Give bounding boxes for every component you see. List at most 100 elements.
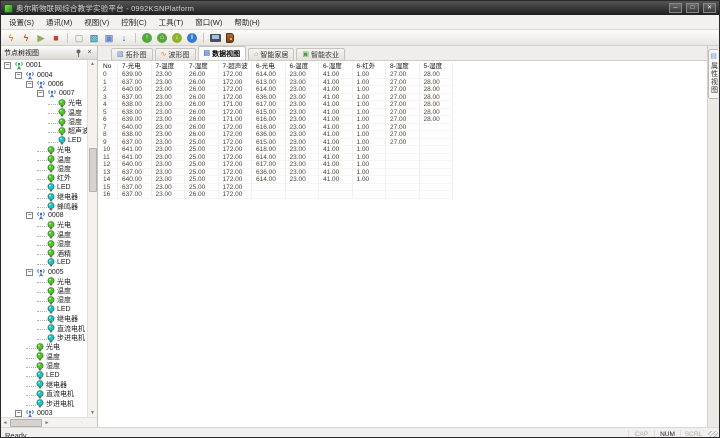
tab-smart-home[interactable]: ⌂智能家居 [248, 48, 294, 60]
home-icon[interactable]: ⌂ [156, 32, 168, 44]
tree-item-temperature-sensor[interactable]: 温度 [1, 155, 87, 164]
tree-item-photoelectric-sensor[interactable]: 光电 [1, 277, 87, 286]
tab-data-view[interactable]: ▤数据视图 [198, 46, 247, 60]
scroll-thumb-horizontal[interactable] [10, 419, 42, 427]
tree-item-relay-actuator[interactable]: 继电器 [1, 315, 87, 324]
table-row[interactable]: 2640.0023.0026.00172.00614.0023.0041.001… [100, 86, 707, 94]
tree-item-temperature-sensor[interactable]: 温度 [1, 108, 87, 117]
tree-item-relay-actuator[interactable]: 继电器 [1, 192, 87, 201]
column-header-5[interactable]: 6-光电 [252, 62, 286, 71]
maximize-button[interactable]: □ [686, 3, 699, 13]
column-header-3[interactable]: 7-湿度 [185, 62, 219, 71]
table-row[interactable]: 3637.0023.0026.00172.00636.0023.0041.001… [100, 94, 707, 102]
tree-vertical-scrollbar[interactable]: ▲ ▼ [87, 60, 97, 417]
menu-item-tools[interactable]: 工具(T) [153, 15, 190, 29]
chart-icon[interactable]: ▧ [88, 32, 100, 44]
window-icon[interactable]: ▣ [103, 32, 115, 44]
table-row[interactable]: 14640.0023.0025.00172.00614.0023.0041.00… [100, 176, 707, 184]
tree-item-dc-motor-actuator[interactable]: 直流电机 [1, 390, 87, 399]
tree-item-photoelectric-sensor[interactable]: 光电 [1, 99, 87, 108]
resize-grip[interactable] [708, 431, 718, 438]
table-row[interactable]: 8638.0023.0026.00172.00636.0023.0041.001… [100, 131, 707, 139]
tree-item-stepper-motor-actuator[interactable]: 步进电机 [1, 333, 87, 342]
column-header-1[interactable]: 7-光电 [118, 62, 152, 71]
menu-item-settings[interactable]: 设置(S) [3, 15, 40, 29]
tree-item-ultrasonic-sensor[interactable]: 超声波 [1, 127, 87, 136]
expand-collapse-icon[interactable]: − [15, 72, 22, 79]
tree-item-temperature-sensor[interactable]: 温度 [1, 286, 87, 295]
menu-item-window[interactable]: 窗口(W) [189, 15, 228, 29]
tree-item-relay-actuator[interactable]: 继电器 [1, 380, 87, 389]
column-header-0[interactable]: No [100, 62, 118, 71]
connect-icon[interactable]: ϟ [5, 32, 17, 44]
tab-smart-agriculture[interactable]: ▣智能农业 [296, 48, 345, 60]
table-row[interactable]: 9637.0023.0025.00172.00615.0023.0041.001… [100, 139, 707, 147]
property-view-tab[interactable]: ▤ 属性视图 [708, 49, 718, 99]
table-row[interactable]: 16637.0023.0026.00172.00 [100, 191, 707, 199]
table-row[interactable]: 6639.0023.0026.00171.00616.0023.0041.001… [100, 116, 707, 124]
table-row[interactable]: 5638.0023.0026.00172.00615.0023.0041.001… [100, 109, 707, 117]
disconnect-icon[interactable]: ϟ [20, 32, 32, 44]
tree-item-led-actuator[interactable]: LED [1, 258, 87, 267]
clear-icon[interactable]: ▢ [73, 32, 85, 44]
expand-collapse-icon[interactable]: − [26, 269, 33, 276]
table-row[interactable]: 11641.0023.0025.00172.00614.0023.0041.00… [100, 154, 707, 162]
tree-item-infrared-sensor[interactable]: 红外 [1, 174, 87, 183]
column-header-9[interactable]: 8-湿度 [386, 62, 420, 71]
tree-item-temperature-sensor[interactable]: 温度 [1, 230, 87, 239]
pin-icon[interactable] [74, 48, 83, 57]
stop-icon[interactable]: ■ [50, 32, 62, 44]
down-circle-icon[interactable]: ↓ [171, 32, 183, 44]
tree-item-dc-motor-actuator[interactable]: 直流电机 [1, 324, 87, 333]
minimize-button[interactable]: ─ [669, 3, 682, 13]
expand-collapse-icon[interactable]: − [26, 81, 33, 88]
table-row[interactable]: 15637.0023.0025.00172.00 [100, 184, 707, 192]
table-row[interactable]: 10641.0023.0025.00172.00618.0023.0041.00… [100, 146, 707, 154]
expand-collapse-icon[interactable]: − [4, 62, 11, 69]
column-header-10[interactable]: 5-湿度 [420, 62, 454, 71]
tree-item-node-0007[interactable]: − 0007 [1, 89, 87, 98]
menu-item-communication[interactable]: 通讯(M) [40, 15, 78, 29]
tree-item-stepper-motor-actuator[interactable]: 步进电机 [1, 399, 87, 408]
tree-horizontal-scrollbar[interactable]: ◄ ► [1, 417, 97, 427]
table-row[interactable]: 7640.0023.0026.00172.00616.0023.0041.001… [100, 124, 707, 132]
tree-item-led-actuator[interactable]: LED [1, 136, 87, 145]
monitor-icon[interactable] [209, 32, 221, 44]
tree-item-buzzer-actuator[interactable]: 蜂鸣器 [1, 202, 87, 211]
expand-collapse-icon[interactable]: − [15, 410, 22, 417]
tree-item-photoelectric-sensor[interactable]: 光电 [1, 343, 87, 352]
upload-circle-icon[interactable]: ↑ [141, 32, 153, 44]
scroll-up-icon[interactable]: ▲ [88, 60, 97, 68]
scroll-right-icon[interactable]: ► [43, 420, 51, 426]
info-icon[interactable]: i [186, 32, 198, 44]
expand-collapse-icon[interactable]: − [37, 90, 44, 97]
title-bar[interactable]: 奥尔斯物联网综合教学实验平台 - 0992KSNPlatform ─ □ ✕ [1, 1, 719, 15]
column-header-8[interactable]: 6-红外 [353, 62, 387, 71]
exit-icon[interactable] [224, 32, 236, 44]
tree-item-humidity-sensor[interactable]: 湿度 [1, 164, 87, 173]
tree-item-humidity-sensor[interactable]: 湿度 [1, 239, 87, 248]
tree-item-humidity-sensor[interactable]: 湿度 [1, 296, 87, 305]
scroll-left-icon[interactable]: ◄ [1, 420, 9, 426]
tree-item-photoelectric-sensor[interactable]: 光电 [1, 221, 87, 230]
tree-item-led-actuator[interactable]: LED [1, 305, 87, 314]
tree-item-alcohol-sensor[interactable]: 酒精 [1, 249, 87, 258]
menu-item-help[interactable]: 帮助(H) [228, 15, 265, 29]
tree-item-node-0003[interactable]: − 0003 [1, 408, 87, 417]
table-row[interactable]: 1637.0023.0026.00172.00613.0023.0041.001… [100, 79, 707, 87]
column-header-2[interactable]: 7-温度 [152, 62, 186, 71]
table-row[interactable]: 13637.0023.0025.00172.00636.0023.0041.00… [100, 169, 707, 177]
tab-waveform[interactable]: ∿波形图 [155, 48, 196, 60]
tree-item-node-0005[interactable]: − 0005 [1, 268, 87, 277]
table-row[interactable]: 0639.0023.0026.00172.00614.0023.0041.001… [100, 71, 707, 79]
tree-item-temperature-sensor[interactable]: 温度 [1, 352, 87, 361]
tree-item-node-0008[interactable]: − 0008 [1, 211, 87, 220]
close-panel-icon[interactable]: × [85, 48, 94, 57]
menu-item-view[interactable]: 视图(V) [78, 15, 115, 29]
column-header-7[interactable]: 6-湿度 [319, 62, 353, 71]
tree-item-led-actuator[interactable]: LED [1, 183, 87, 192]
scroll-thumb[interactable] [89, 148, 97, 192]
close-button[interactable]: ✕ [703, 3, 716, 13]
expand-collapse-icon[interactable]: − [26, 212, 33, 219]
download-icon[interactable]: ↓ [118, 32, 130, 44]
